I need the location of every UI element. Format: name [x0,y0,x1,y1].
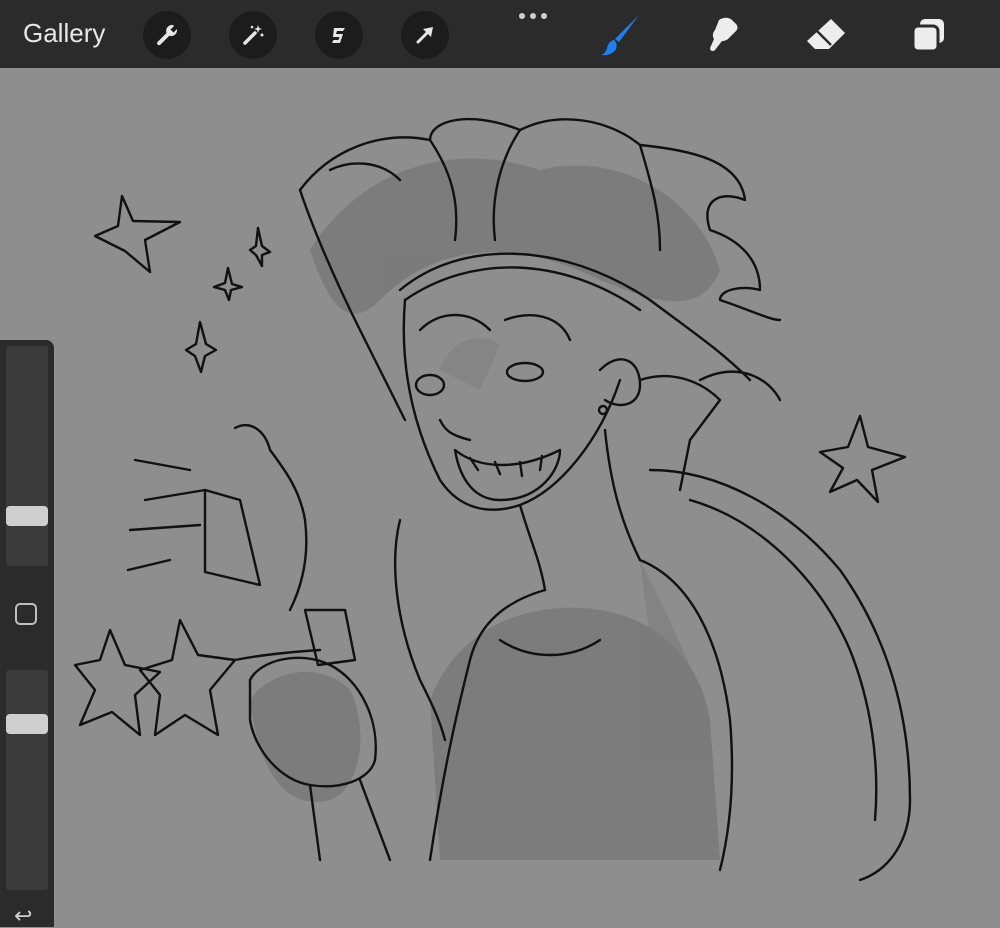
eraser-icon [807,19,845,49]
smudge-icon [710,17,738,52]
more-options-icon[interactable] [519,11,549,21]
selection-s-icon [332,28,345,43]
smudge-tool-button[interactable] [700,12,748,58]
opacity-thumb[interactable] [6,714,48,734]
layers-button[interactable] [904,12,952,58]
eraser-tool-button[interactable] [802,12,850,58]
undo-icon[interactable]: ↩ [14,905,32,927]
actions-button[interactable] [143,11,191,59]
wrench-icon [157,24,178,46]
layers-icon [911,19,944,53]
brush-icon [601,15,639,56]
gallery-button[interactable]: Gallery [23,18,105,49]
drawing-canvas[interactable] [0,68,1000,927]
transform-button[interactable] [401,11,449,59]
left-sidebar: ↩ [0,340,54,927]
modify-button[interactable] [15,603,37,625]
top-toolbar: Gallery [0,0,1000,68]
sketch-artwork [73,117,912,882]
transform-arrow-icon [416,27,433,44]
selection-button[interactable] [315,11,363,59]
opacity-slider[interactable] [6,670,48,890]
brush-size-thumb[interactable] [6,506,48,526]
brush-size-slider[interactable] [6,346,48,566]
adjustments-button[interactable] [229,11,277,59]
brush-tool-button[interactable] [598,12,646,58]
magic-wand-icon [243,25,264,45]
